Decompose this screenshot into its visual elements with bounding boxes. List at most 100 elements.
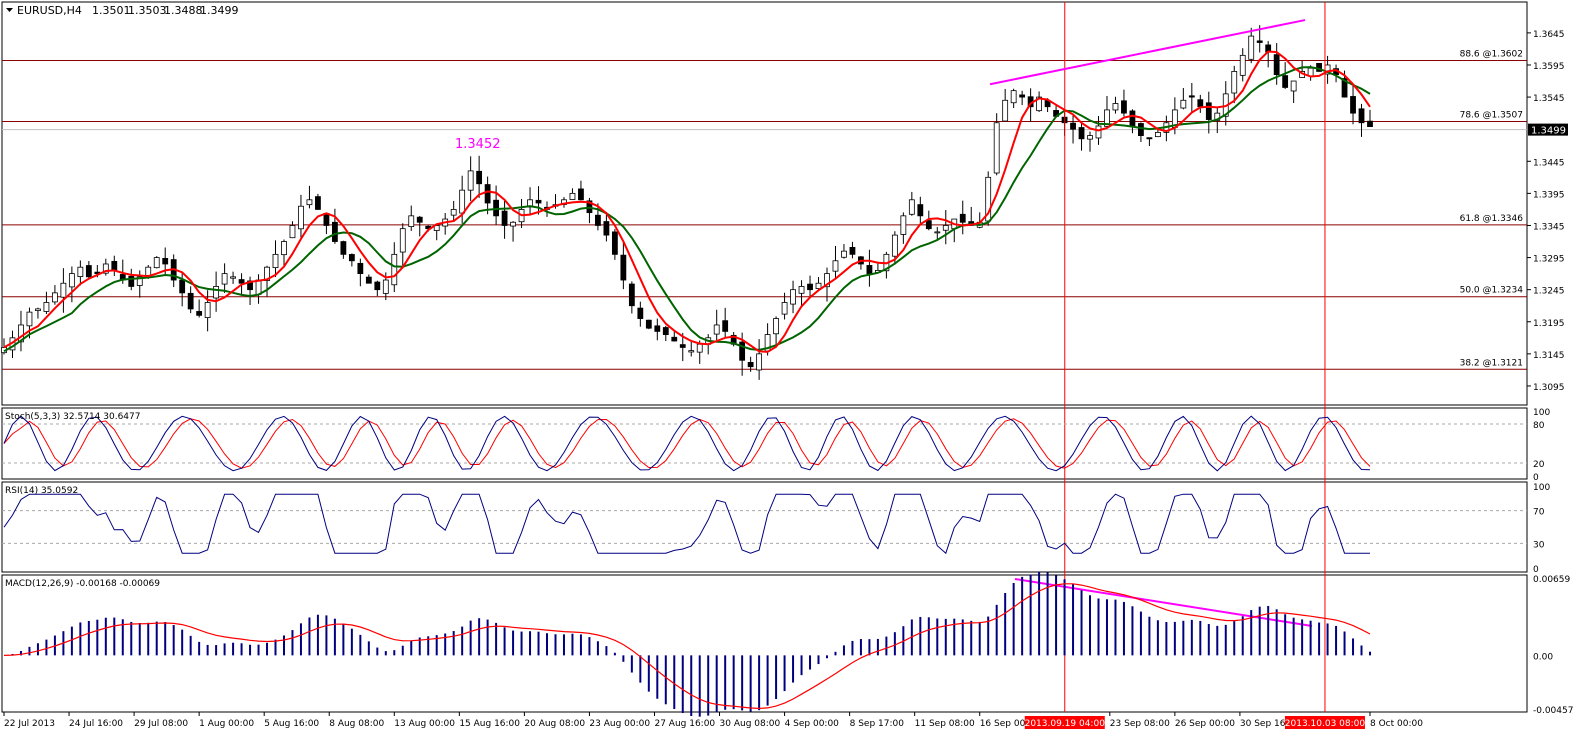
time-label: 4 Sep 00:00 [785,719,840,729]
candle-body [26,311,33,327]
price-tick-label: 1.3645 [1533,30,1565,40]
candle-body [1180,99,1187,109]
candle-body [942,225,949,231]
candle-body [807,283,813,291]
candle-body [162,258,169,265]
ohlc-open: 1.3501 [92,4,131,17]
candle-body [196,311,203,316]
candle-body [1282,75,1289,88]
candle-body [459,189,466,214]
rsi-tick-label: 100 [1533,483,1550,493]
candle-body [645,319,652,329]
ohlc-close: 1.3499 [200,4,239,17]
fib-level-label: 38.2 @1.3121 [1460,358,1523,368]
candle-body [1146,137,1153,140]
candle-body [688,350,695,353]
price-tick-label: 1.3195 [1533,319,1565,329]
candle-body [43,302,50,312]
candle-body [272,253,279,269]
candle-body [68,273,75,288]
candle-body [900,215,907,235]
candle-body [179,279,186,294]
candle-body [747,362,754,368]
candle-body [1078,127,1085,140]
time-label: 26 Sep 00:00 [1175,719,1235,729]
candle-body [238,279,245,284]
candle-body [1205,102,1212,120]
candle-body [756,353,763,371]
candle-body [204,302,211,318]
candle-body [111,260,118,271]
candle-body [323,213,330,226]
candle-body [1290,80,1297,92]
candle-body [77,266,84,278]
candle-body [476,170,483,185]
candle-body [382,279,389,294]
candle-body [1010,90,1017,104]
candle-body [1197,99,1204,108]
candle-body [1138,123,1144,136]
candle-body [679,344,686,348]
time-label: 27 Aug 16:00 [654,719,715,729]
stoch-tick-label: 20 [1533,460,1545,470]
candle-body [408,215,415,227]
candle-body [866,265,873,275]
macd-tick-label: -0.00457 [1533,706,1573,716]
candle-body [35,308,41,312]
candle-body [790,289,796,305]
candle-body [925,220,932,230]
stoch-tick-label: 0 [1533,473,1539,483]
candle-body [315,196,321,210]
candle-body [230,276,236,279]
candle-body [1112,103,1119,111]
price-tick-label: 1.3295 [1533,255,1565,265]
candle-body [849,247,856,255]
candle-body [611,231,618,255]
candle-body [1002,99,1009,122]
candle-body [1188,95,1195,98]
candle-body [374,281,381,291]
time-label: 11 Sep 08:00 [915,719,975,729]
candle-body [1358,108,1365,124]
symbol-label: EURUSD,H4 [17,4,82,17]
time-label: 8 Oct 00:00 [1370,719,1423,729]
stoch-panel[interactable] [1,407,1528,480]
candle-body [1087,135,1093,140]
candle-body [484,184,491,204]
candle-body [187,292,194,310]
time-label: 13 Aug 00:00 [394,719,455,729]
price-tick-label: 1.3345 [1533,222,1565,232]
candle-body [298,205,304,230]
price-tick-label: 1.3445 [1533,158,1565,168]
highlight-time-label: 2013.10.03 08:00 [1285,719,1366,729]
candle-body [891,234,898,257]
candle-body [603,221,610,236]
time-label: 30 Aug 08:00 [720,719,781,729]
candle-body [1239,54,1246,76]
candle-body [60,282,67,298]
rsi-tick-label: 70 [1533,508,1545,518]
candle-body [365,276,372,284]
time-label: 20 Aug 08:00 [524,719,585,729]
price-tick-label: 1.3095 [1533,383,1565,393]
candle-body [501,210,508,226]
time-label: 15 Aug 16:00 [459,719,520,729]
time-label: 23 Sep 08:00 [1110,719,1170,729]
candle-body [696,343,703,353]
candle-body [713,324,720,335]
ohlc-high: 1.3503 [128,4,167,17]
candle-body [1256,40,1263,43]
candle-body [52,292,58,303]
candle-body [671,336,678,342]
candle-body [153,257,160,269]
candle-body [917,204,924,217]
candle-body [722,320,729,332]
candle-body [391,253,398,286]
macd-panel[interactable] [1,574,1528,713]
price-panel[interactable] [1,1,1528,406]
trading-chart[interactable]: 88.6 @1.3602 78.6 @1.3507 61.8 @1.3346 50.0… [0,0,1596,746]
candle-body [1070,122,1076,130]
candle-body [221,273,228,285]
macd-label: MACD(12,26,9) -0.00168 -0.00069 [5,579,160,589]
fib-level-label: 61.8 @1.3346 [1460,214,1524,224]
